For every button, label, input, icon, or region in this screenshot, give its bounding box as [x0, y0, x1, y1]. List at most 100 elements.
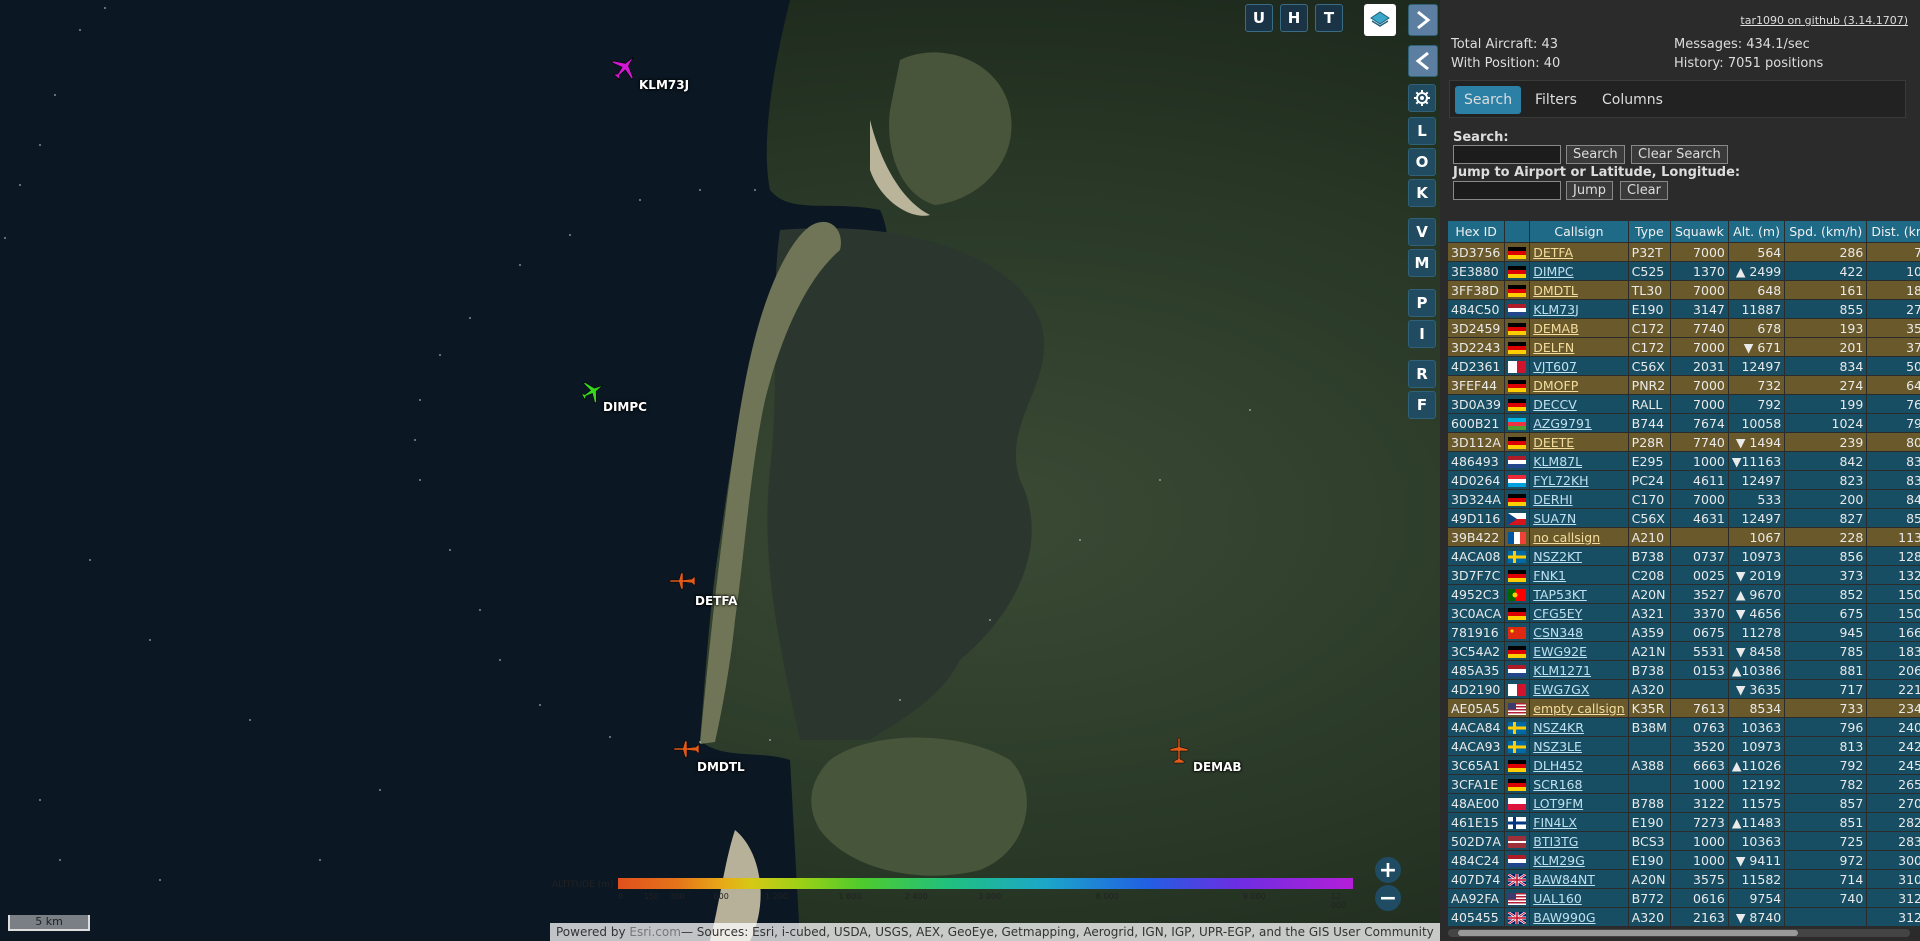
column-altitude[interactable]: Alt. (m)	[1727, 220, 1786, 243]
cell-callsign[interactable]: KLM87L	[1529, 451, 1629, 471]
aircraft-marker-detfa[interactable]	[668, 570, 696, 596]
cell-callsign[interactable]: DEMAB	[1529, 318, 1629, 338]
cell-callsign[interactable]: DERHI	[1529, 489, 1629, 509]
filter-toggle-button[interactable]: F	[1408, 391, 1436, 419]
table-row[interactable]: 4ACA93 NSZ3LE 352010973813242.5	[1446, 736, 1920, 756]
cell-callsign[interactable]: NSZ4KR	[1529, 717, 1629, 737]
table-row[interactable]: 48AE00 LOT9FMB788312211575857270.4	[1446, 793, 1920, 813]
table-row[interactable]: 3E3880 DIMPCC5251370▲ 249942210.0	[1446, 261, 1920, 281]
tab-search[interactable]: Search	[1455, 86, 1522, 114]
cell-callsign[interactable]: EWG92E	[1529, 641, 1629, 661]
table-row[interactable]: 405455 BAW990GA3202163▼ 8740 312.2	[1446, 907, 1920, 927]
table-row[interactable]: 3C0ACA CFG5EYA3213370▼ 4656675150.8	[1446, 603, 1920, 623]
table-row[interactable]: 3D7F7C FNK1C2080025▼ 2019373132.3	[1446, 565, 1920, 585]
table-row[interactable]: 3D112A DEETEP28R7740▼ 149423980.7	[1446, 432, 1920, 452]
cell-callsign[interactable]: DIMPC	[1529, 261, 1629, 281]
tab-columns[interactable]: Columns	[1593, 86, 1672, 114]
cell-callsign[interactable]: CSN348	[1529, 622, 1629, 642]
multiselect-toggle-button[interactable]: M	[1408, 249, 1436, 277]
column-distance[interactable]: Dist. (km)	[1866, 220, 1920, 243]
cell-callsign[interactable]: SUA7N	[1529, 508, 1629, 528]
table-row[interactable]: 3D324A DERHIC170700053320084.2	[1446, 489, 1920, 509]
column-hex-id[interactable]: Hex ID	[1446, 220, 1506, 243]
cell-callsign[interactable]: FNK1	[1529, 565, 1629, 585]
scrollbar-thumb[interactable]	[1458, 930, 1798, 936]
table-row[interactable]: 600B21 AZG9791B744767410058102479.2	[1446, 413, 1920, 433]
aircraft-marker-klm73j[interactable]	[610, 52, 640, 86]
table-row[interactable]: 484C50 KLM73JE19031471188785527.5	[1446, 299, 1920, 319]
cell-callsign[interactable]: KLM1271	[1529, 660, 1629, 680]
table-row[interactable]: 3C65A1 DLH452A3886663▲11026792245.9	[1446, 755, 1920, 775]
toggle-units-button[interactable]: U	[1245, 4, 1273, 32]
cell-callsign[interactable]: BAW84NT	[1529, 869, 1629, 889]
table-row[interactable]: 4ACA84 NSZ4KRB38M076310363796240.0	[1446, 717, 1920, 737]
persistence-toggle-button[interactable]: P	[1408, 289, 1436, 317]
horizontal-scrollbar[interactable]	[1448, 929, 1910, 937]
show-sidebar-button[interactable]	[1408, 45, 1438, 77]
table-row[interactable]: 4D0264 FYL72KHPC2446111249782383.8	[1446, 470, 1920, 490]
labels-toggle-button[interactable]: L	[1408, 117, 1436, 145]
cell-callsign[interactable]: UAL160	[1529, 888, 1629, 908]
jump-button[interactable]: Jump	[1566, 181, 1613, 200]
jump-input[interactable]	[1453, 181, 1561, 200]
settings-button[interactable]	[1408, 84, 1436, 112]
table-row[interactable]: 49D116 SUA7NC56X46311249782785.3	[1446, 508, 1920, 528]
table-row[interactable]: 4ACA08 NSZ2KTB738073710973856128.2	[1446, 546, 1920, 566]
table-row[interactable]: AA92FA UAL160B77206169754740312.0	[1446, 888, 1920, 908]
table-row[interactable]: 39B422 no callsignA210 1067228113.9	[1446, 527, 1920, 547]
cell-callsign[interactable]: DETFA	[1529, 242, 1629, 262]
table-row[interactable]: 3FF38D DMDTLTL30700064816118.8	[1446, 280, 1920, 300]
table-row[interactable]: 3D2243 DELFNC1727000▼ 67120137.4	[1446, 337, 1920, 357]
cell-callsign[interactable]: DECCV	[1529, 394, 1629, 414]
table-row[interactable]: 3D0A39 DECCVRALL700079219976.5	[1446, 394, 1920, 414]
view-toggle-button[interactable]: V	[1408, 218, 1436, 246]
cell-callsign[interactable]: SCR168	[1529, 774, 1629, 794]
zoom-out-button[interactable]: −	[1375, 885, 1401, 911]
table-row[interactable]: 502D7A BTI3TGBCS3100010363725283.9	[1446, 831, 1920, 851]
cell-callsign[interactable]: empty callsign	[1529, 698, 1629, 718]
cell-callsign[interactable]: NSZ2KT	[1529, 546, 1629, 566]
cell-callsign[interactable]: KLM29G	[1529, 850, 1629, 870]
cell-callsign[interactable]: KLM73J	[1529, 299, 1629, 319]
tab-filters[interactable]: Filters	[1526, 86, 1586, 114]
cell-callsign[interactable]: FYL72KH	[1529, 470, 1629, 490]
table-row[interactable]: 4D2361 VJT607C56X20311249783450.7	[1446, 356, 1920, 376]
cell-callsign[interactable]: BTI3TG	[1529, 831, 1629, 851]
aircraft-marker-dmdtl[interactable]	[672, 738, 700, 764]
collapse-sidebar-button[interactable]	[1408, 4, 1438, 36]
table-row[interactable]: 3C54A2 EWG92EA21N5531▼ 8458785183.5	[1446, 641, 1920, 661]
search-button[interactable]: Search	[1566, 145, 1625, 164]
toggle-hover-button[interactable]: H	[1280, 4, 1308, 32]
table-row[interactable]: 486493 KLM87LE2951000▼1116384283.6	[1446, 451, 1920, 471]
toggle-tracks-button[interactable]: T	[1315, 4, 1343, 32]
cell-callsign[interactable]: DMOFP	[1529, 375, 1629, 395]
clear-jump-button[interactable]: Clear	[1620, 181, 1668, 200]
table-row[interactable]: 781916 CSN348A359067511278945166.4	[1446, 622, 1920, 642]
table-row[interactable]: 3FEF44 DMOFPPNR2700073227464.9	[1446, 375, 1920, 395]
table-row[interactable]: 3D2459 DEMABC172774067819335.9	[1446, 318, 1920, 338]
cell-callsign[interactable]: VJT607	[1529, 356, 1629, 376]
info-toggle-button[interactable]: I	[1408, 320, 1436, 348]
table-row[interactable]: 3CFA1E SCR168 100012192782265.4	[1446, 774, 1920, 794]
table-row[interactable]: 3D3756 DETFAP32T70005642867.9	[1446, 242, 1920, 262]
range-toggle-button[interactable]: R	[1408, 360, 1436, 388]
cell-callsign[interactable]: EWG7GX	[1529, 679, 1629, 699]
cell-callsign[interactable]: BAW990G	[1529, 907, 1629, 927]
table-row[interactable]: 4D2190 EWG7GXA320 ▼ 3635717221.3	[1446, 679, 1920, 699]
table-row[interactable]: 461E15 FIN4LXE1907273▲11483851282.4	[1446, 812, 1920, 832]
cell-callsign[interactable]: CFG5EY	[1529, 603, 1629, 623]
cell-callsign[interactable]: AZG9791	[1529, 413, 1629, 433]
clear-search-button[interactable]: Clear Search	[1631, 145, 1728, 164]
zoom-in-button[interactable]: +	[1375, 857, 1401, 883]
column-type[interactable]: Type	[1627, 220, 1671, 243]
column-squawk[interactable]: Squawk	[1669, 220, 1729, 243]
table-row[interactable]: 4952C3 TAP53KTA20N3527▲ 9670852150.7	[1446, 584, 1920, 604]
cell-callsign[interactable]: DELFN	[1529, 337, 1629, 357]
layer-switcher-button[interactable]	[1364, 4, 1396, 36]
cell-callsign[interactable]: no callsign	[1529, 527, 1629, 547]
column-flag[interactable]	[1504, 220, 1531, 243]
cell-callsign[interactable]: FIN4LX	[1529, 812, 1629, 832]
cell-callsign[interactable]: DMDTL	[1529, 280, 1629, 300]
cell-callsign[interactable]: NSZ3LE	[1529, 736, 1629, 756]
table-row[interactable]: 484C24 KLM29GE1901000▼ 9411972300.0	[1446, 850, 1920, 870]
